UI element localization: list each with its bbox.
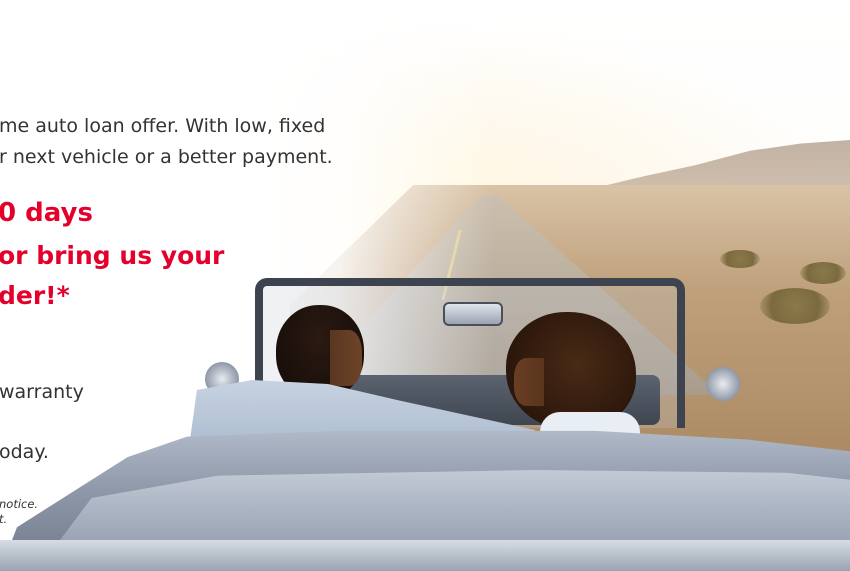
- promo-copy: me auto loan offer. With low, fixed r ne…: [0, 0, 850, 571]
- headline-line-3: der!*: [0, 281, 70, 310]
- disclaimer-line-2: t.: [0, 512, 8, 526]
- headline-line-2: or bring us your: [0, 241, 225, 270]
- headline-line-1: 0 days: [0, 198, 93, 228]
- disclaimer-line-1: notice.: [0, 497, 39, 511]
- intro-line-2: r next vehicle or a better payment.: [0, 146, 333, 168]
- intro-line-1: me auto loan offer. With low, fixed: [0, 115, 326, 137]
- benefit-line-1: warranty: [0, 381, 84, 403]
- benefit-line-2: oday.: [0, 441, 49, 463]
